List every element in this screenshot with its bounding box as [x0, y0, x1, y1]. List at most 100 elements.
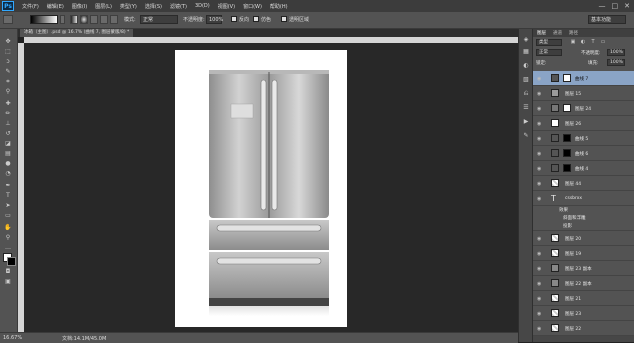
chevron-down-icon[interactable] [60, 15, 65, 24]
eye-icon[interactable]: ◉ [537, 76, 541, 82]
eye-icon[interactable]: ◉ [537, 91, 541, 97]
menu-3d[interactable]: 3D(D) [195, 3, 210, 9]
tab-paths[interactable]: 路径 [569, 30, 578, 36]
tool-preset-icon[interactable] [3, 15, 13, 24]
effects-label[interactable]: 效果 [559, 207, 568, 213]
eye-icon[interactable]: ◉ [537, 136, 541, 142]
eye-icon[interactable]: ◉ [537, 281, 541, 287]
layer-row[interactable]: ◉ T cssbrxx [533, 191, 634, 206]
blend-mode-select[interactable]: 正常 [536, 49, 562, 56]
layer-opacity-field[interactable]: 100% [607, 49, 625, 56]
effect-row[interactable]: 斜面和浮雕 [533, 214, 634, 222]
history-brush-tool-icon[interactable]: ↺ [4, 131, 12, 137]
reflected-gradient-icon[interactable] [100, 15, 108, 24]
background-color-swatch[interactable] [7, 257, 16, 266]
workspace-select[interactable]: 基本功能 [588, 15, 626, 24]
pen-tool-icon[interactable]: ✒ [4, 183, 12, 189]
gradient-swatch[interactable] [30, 15, 58, 24]
lasso-tool-icon[interactable]: ↄ [4, 59, 12, 65]
opacity-field[interactable]: 100% [206, 15, 223, 24]
stamp-tool-icon[interactable]: ⊥ [4, 121, 12, 127]
angle-gradient-icon[interactable] [90, 15, 98, 24]
eraser-tool-icon[interactable]: ◪ [4, 141, 12, 147]
eye-icon[interactable]: ◉ [537, 181, 541, 187]
filter-adjust-icon[interactable]: ◐ [579, 39, 587, 45]
zoom-tool-icon[interactable]: ⚲ [4, 235, 12, 241]
layer-row[interactable]: ◉ 图层 20 [533, 231, 634, 246]
layer-mask-thumbnail[interactable] [563, 74, 571, 82]
swatches-panel-icon[interactable]: ▦ [522, 49, 530, 55]
layer-row[interactable]: ◉ 图层 22 [533, 321, 634, 336]
dither-checkbox[interactable] [253, 16, 259, 22]
eye-icon[interactable]: ◉ [537, 236, 541, 242]
eye-icon[interactable]: ◉ [537, 266, 541, 272]
layer-mask-thumbnail[interactable] [563, 104, 571, 112]
quick-mask-icon[interactable]: ◘ [4, 269, 12, 275]
layer-name[interactable]: 图层 22 副本 [565, 281, 592, 287]
layer-row[interactable]: ◉ 图层 26 [533, 116, 634, 131]
adjustments-panel-icon[interactable]: ◐ [522, 63, 530, 69]
layer-name[interactable]: 曲线 5 [575, 136, 588, 142]
radial-gradient-icon[interactable] [80, 15, 88, 24]
layer-row[interactable]: ◉ 图层 23 副本 [533, 261, 634, 276]
layer-row[interactable]: ◉ 图层 19 [533, 246, 634, 261]
move-tool-icon[interactable]: ✥ [4, 39, 12, 45]
shape-tool-icon[interactable]: ▭ [4, 213, 12, 219]
effect-row[interactable]: 投影 [533, 222, 634, 231]
more-tools-icon[interactable]: … [4, 245, 12, 251]
close-icon[interactable]: ✕ [624, 1, 630, 11]
maximize-icon[interactable]: □ [612, 1, 619, 11]
filter-shape-icon[interactable]: ▭ [599, 39, 607, 45]
document-canvas[interactable] [175, 50, 347, 327]
document-tab[interactable]: 冰箱（主图）.psd @ 16.7% (曲线 7, 图层蒙版/8) * [20, 29, 134, 37]
transparency-checkbox[interactable] [281, 16, 287, 22]
menu-select[interactable]: 选择(S) [145, 3, 162, 10]
crop-tool-icon[interactable]: ⌗ [4, 79, 12, 85]
type-tool-icon[interactable]: T [4, 193, 12, 199]
filter-type-icon[interactable]: T [589, 39, 597, 45]
eye-icon[interactable]: ◉ [537, 106, 541, 112]
layer-name[interactable]: cssbrxx [565, 196, 582, 201]
menu-edit[interactable]: 编辑(E) [47, 3, 64, 10]
blur-tool-icon[interactable]: ● [4, 161, 12, 167]
canvas-area[interactable] [24, 43, 518, 332]
layer-name[interactable]: 图层 23 [565, 311, 581, 317]
layer-row-selected[interactable]: ◉ 曲线 7 [533, 71, 634, 86]
menu-type[interactable]: 类型(Y) [120, 3, 137, 10]
linear-gradient-icon[interactable] [70, 15, 78, 24]
layer-name[interactable]: 图层 19 [565, 251, 581, 257]
marquee-tool-icon[interactable]: ⬚ [4, 49, 12, 55]
menu-layer[interactable]: 图层(L) [95, 3, 112, 10]
actions-panel-icon[interactable]: ▶ [522, 119, 530, 125]
layer-name[interactable]: 曲线 4 [575, 166, 588, 172]
hand-tool-icon[interactable]: ✋ [4, 225, 12, 231]
eye-icon[interactable]: ◉ [537, 296, 541, 302]
filter-pixel-icon[interactable]: ▣ [569, 39, 577, 45]
eye-icon[interactable]: ◉ [537, 151, 541, 157]
layer-name[interactable]: 图层 20 [565, 236, 581, 242]
eye-icon[interactable]: ◉ [537, 196, 541, 202]
layer-filter-select[interactable]: 类型 [536, 39, 562, 46]
layer-mask-thumbnail[interactable] [563, 149, 571, 157]
layer-row[interactable]: ◉ 曲线 5 [533, 131, 634, 146]
layer-name[interactable]: 图层 15 [565, 91, 581, 97]
eye-icon[interactable]: ◉ [537, 251, 541, 257]
layer-row[interactable]: ◉ 曲线 6 [533, 146, 634, 161]
minimize-icon[interactable]: — [599, 1, 606, 11]
eye-icon[interactable]: ◉ [537, 121, 541, 127]
layer-name[interactable]: 曲线 6 [575, 151, 588, 157]
fill-field[interactable]: 100% [607, 59, 625, 66]
eye-icon[interactable]: ◉ [537, 326, 541, 332]
layer-name[interactable]: 图层 23 副本 [565, 266, 592, 272]
mode-select[interactable]: 正常 [140, 15, 178, 24]
zoom-level[interactable]: 16.67% [3, 335, 22, 341]
effects-row[interactable]: 效果 [533, 206, 634, 214]
effect-drop-shadow[interactable]: 投影 [563, 223, 572, 229]
gradient-tool-icon[interactable]: ▤ [4, 151, 12, 157]
layer-row[interactable]: ◉ 图层 44 [533, 176, 634, 191]
scrollbar-track[interactable] [533, 336, 634, 342]
eyedropper-tool-icon[interactable]: ⚲ [4, 89, 12, 95]
layer-row[interactable]: ◉ 曲线 4 [533, 161, 634, 176]
menu-filter[interactable]: 滤镜(T) [170, 3, 187, 10]
layer-row[interactable]: ◉ 图层 15 [533, 86, 634, 101]
